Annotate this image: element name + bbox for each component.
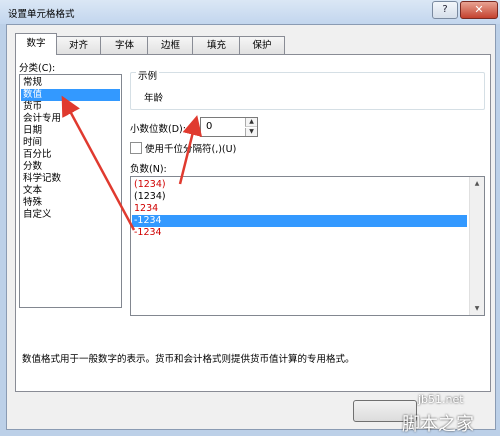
tab-fill[interactable]: 填充 — [192, 36, 241, 54]
close-icon: ✕ — [474, 3, 484, 16]
example-group — [130, 72, 485, 110]
category-label: 分类(C): — [19, 63, 56, 74]
category-item-special[interactable]: 特殊 — [21, 197, 120, 209]
chevron-up-icon[interactable]: ▲ — [245, 118, 257, 127]
negative-option-red-minus[interactable]: -1234 — [132, 227, 467, 239]
category-item-currency[interactable]: 货币 — [21, 101, 120, 113]
tab-font[interactable]: 字体 — [100, 36, 149, 54]
negative-list-scrollbar[interactable]: ▲ ▼ — [469, 177, 484, 315]
help-icon: ? — [442, 4, 448, 15]
tab-alignment[interactable]: 对齐 — [55, 36, 102, 54]
scroll-up-icon[interactable]: ▲ — [470, 177, 484, 190]
format-description: 数值格式用于一般数字的表示。货币和会计格式则提供货币值计算的专用格式。 — [22, 354, 355, 365]
category-item-number[interactable]: 数值 — [21, 89, 120, 101]
chevron-down-icon[interactable]: ▼ — [245, 128, 257, 136]
close-button[interactable]: ✕ — [460, 1, 498, 19]
title-bar: 设置单元格格式 ? ✕ — [0, 0, 500, 24]
category-item-date[interactable]: 日期 — [21, 125, 120, 137]
negative-option-minus[interactable]: -1234 — [132, 215, 467, 227]
scroll-down-icon[interactable]: ▼ — [470, 302, 484, 315]
tab-protection[interactable]: 保护 — [239, 36, 285, 54]
watermark-site: jb51.net — [418, 393, 464, 406]
category-item-general[interactable]: 常规 — [21, 77, 120, 89]
category-item-accounting[interactable]: 会计专用 — [21, 113, 120, 125]
decimal-places-label: 小数位数(D): — [130, 124, 186, 135]
dialog-body: 数字 对齐 字体 边框 填充 保护 分类(C): 常规 数值 货币 会计专用 日… — [6, 24, 496, 430]
tab-number[interactable]: 数字 — [15, 33, 57, 55]
decimal-places-stepper[interactable]: 0 ▲ ▼ — [200, 117, 258, 137]
number-tab-panel: 分类(C): 常规 数值 货币 会计专用 日期 时间 百分比 分数 科学记数 文… — [15, 54, 491, 392]
negative-numbers-label: 负数(N): — [130, 164, 167, 175]
category-list[interactable]: 常规 数值 货币 会计专用 日期 时间 百分比 分数 科学记数 文本 特殊 自定… — [19, 74, 122, 308]
window-title: 设置单元格格式 — [8, 9, 75, 20]
category-item-text[interactable]: 文本 — [21, 185, 120, 197]
negative-option-parens[interactable]: (1234) — [132, 191, 467, 203]
category-item-time[interactable]: 时间 — [21, 137, 120, 149]
category-item-custom[interactable]: 自定义 — [21, 209, 120, 221]
thousands-separator-label: 使用千位分隔符(,)(U) — [145, 144, 237, 155]
negative-numbers-list[interactable]: (1234) (1234) 1234 -1234 -1234 ▲ ▼ — [130, 176, 485, 316]
example-value: 年龄 — [144, 93, 164, 104]
thousands-separator-checkbox[interactable] — [130, 142, 142, 154]
tab-border[interactable]: 边框 — [147, 36, 194, 54]
example-caption: 示例 — [136, 68, 160, 82]
decimal-places-value: 0 — [206, 121, 213, 132]
help-button[interactable]: ? — [432, 1, 458, 19]
watermark-name: 脚本之家 — [402, 414, 474, 435]
category-item-percentage[interactable]: 百分比 — [21, 149, 120, 161]
category-item-scientific[interactable]: 科学记数 — [21, 173, 120, 185]
negative-option-red[interactable]: 1234 — [132, 203, 467, 215]
category-item-fraction[interactable]: 分数 — [21, 161, 120, 173]
negative-option-red-parens[interactable]: (1234) — [132, 179, 467, 191]
